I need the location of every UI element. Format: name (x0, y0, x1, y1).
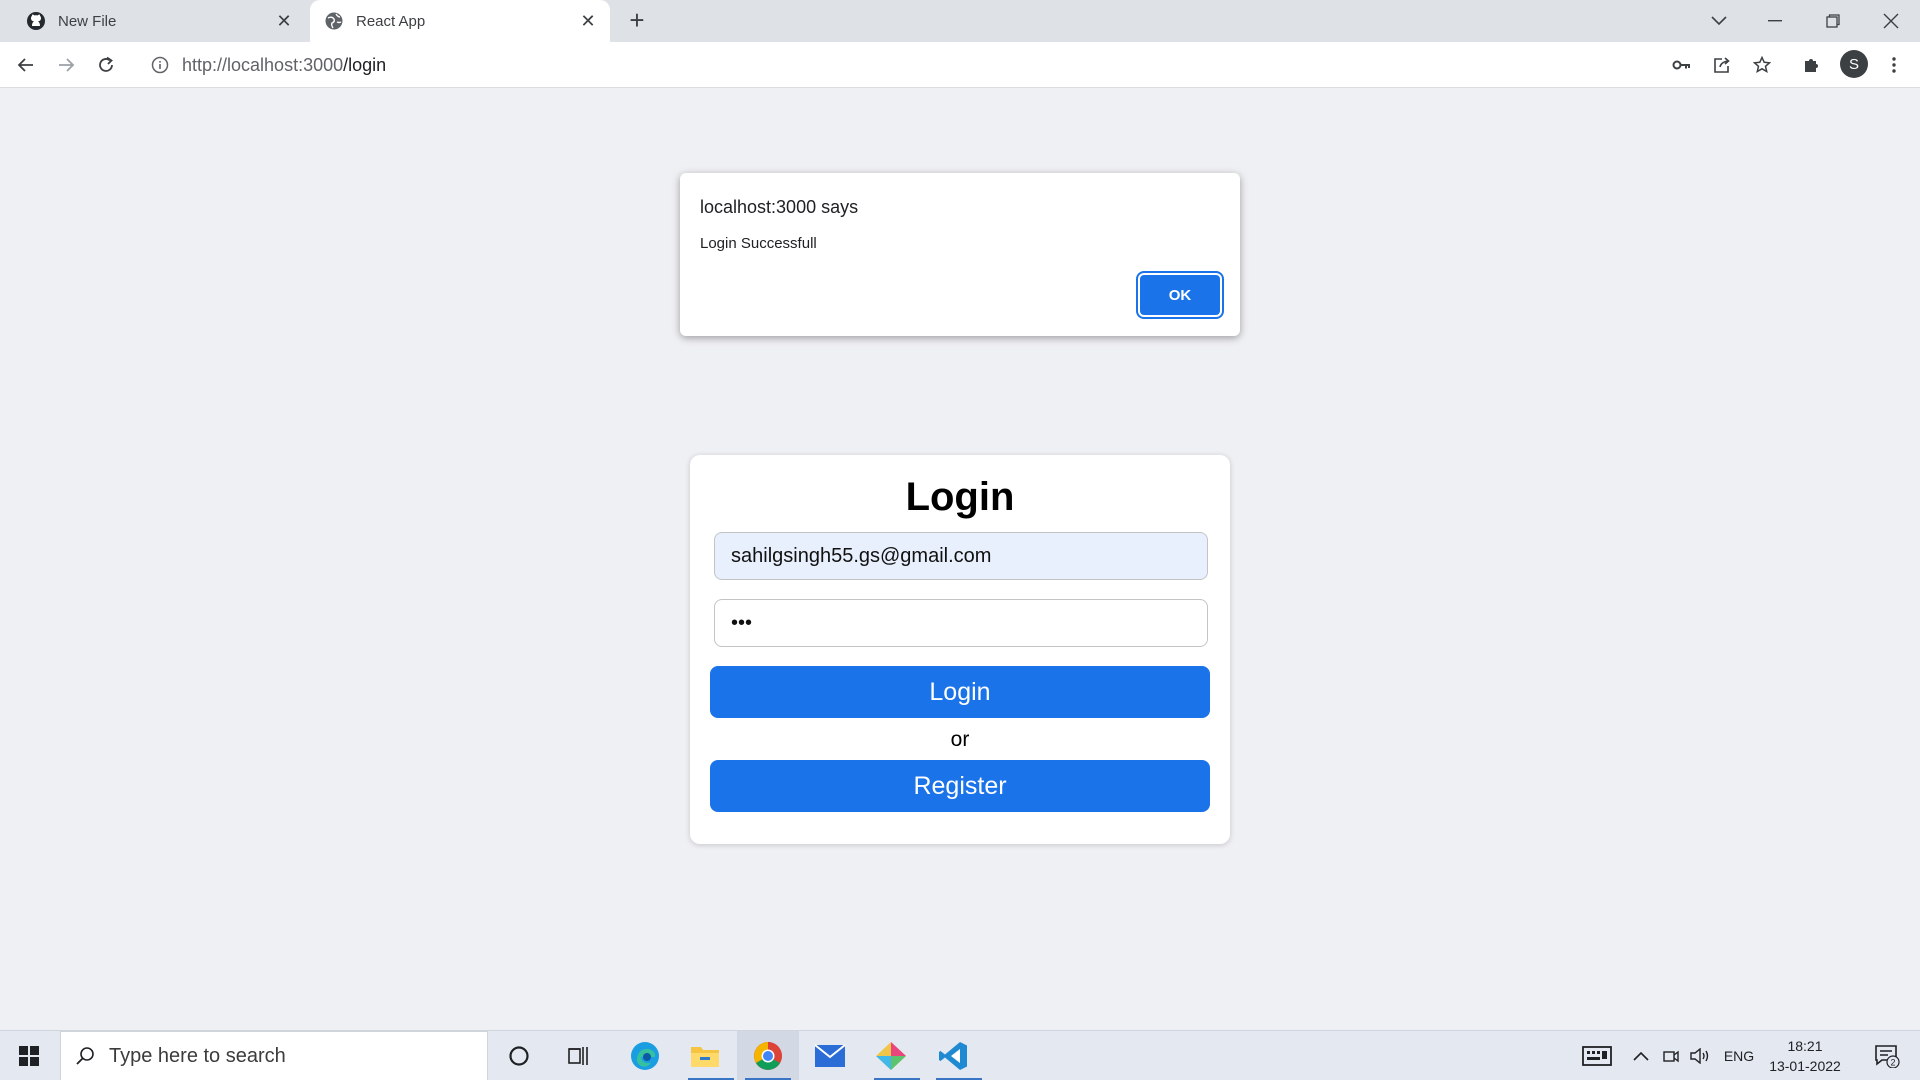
keyboard-icon (1582, 1046, 1612, 1066)
info-icon[interactable] (150, 55, 170, 75)
task-view-icon (568, 1047, 588, 1065)
alert-dialog: localhost:3000 says Login Successfull OK (680, 173, 1240, 336)
tab-title: New File (58, 12, 117, 30)
tab-strip: New File ✕ React App ✕ + (0, 0, 1920, 42)
share-button[interactable] (1708, 51, 1736, 79)
page-content: localhost:3000 says Login Successfull OK… (0, 89, 1920, 1030)
minimize-button[interactable] (1750, 0, 1800, 42)
search-placeholder: Type here to search (109, 1044, 286, 1067)
taskbar-gitkraken[interactable] (866, 1031, 920, 1080)
key-icon (1672, 60, 1690, 70)
diamond-app-icon (876, 1042, 906, 1070)
chevron-up-icon (1633, 1051, 1649, 1061)
mail-icon (814, 1044, 846, 1067)
meet-now-button[interactable] (1660, 1031, 1682, 1080)
alert-message: Login Successfull (700, 235, 817, 252)
reload-button[interactable] (92, 51, 120, 79)
language-indicator[interactable]: ENG (1718, 1031, 1760, 1080)
register-button[interactable]: Register (710, 760, 1210, 812)
search-icon (76, 1047, 94, 1065)
show-hidden-icons-button[interactable] (1628, 1031, 1654, 1080)
clock-time: 18:21 (1787, 1038, 1823, 1054)
start-button[interactable] (0, 1031, 58, 1080)
clock-date: 13-01-2022 (1769, 1058, 1841, 1074)
chrome-icon (754, 1042, 782, 1070)
page-title: Login (905, 475, 1015, 519)
arrow-right-icon (59, 58, 75, 72)
restore-button[interactable] (1808, 0, 1858, 42)
close-icon (1883, 13, 1899, 29)
edge-icon (631, 1042, 659, 1070)
share-icon (1714, 57, 1730, 73)
login-card: Login Login or Register (690, 455, 1230, 844)
extensions-button[interactable] (1798, 51, 1826, 79)
notifications-button[interactable]: 2 (1864, 1031, 1910, 1080)
forward-button[interactable] (52, 51, 80, 79)
folder-icon (691, 1047, 719, 1067)
new-tab-button[interactable]: + (624, 7, 650, 34)
browser-toolbar: http://localhost:3000/login S (0, 42, 1920, 88)
notification-icon: 2 (1875, 1045, 1900, 1068)
chevron-down-icon (1711, 16, 1727, 26)
or-separator: or (950, 728, 970, 751)
star-icon (1753, 56, 1771, 74)
volume-button[interactable] (1688, 1031, 1712, 1080)
taskbar: Type here to search ENG 18:21 13-01-2022… (0, 1030, 1920, 1080)
clock[interactable]: 18:21 13-01-2022 (1760, 1036, 1850, 1076)
password-field[interactable] (714, 599, 1208, 647)
taskbar-search-input[interactable]: Type here to search (60, 1031, 488, 1080)
tab-new-file[interactable]: New File ✕ (12, 0, 306, 42)
email-field[interactable] (714, 532, 1208, 580)
url-path: /login (343, 54, 387, 75)
close-icon[interactable]: ✕ (274, 11, 294, 31)
menu-button[interactable] (1880, 51, 1908, 79)
ok-button[interactable]: OK (1140, 275, 1220, 315)
speaker-icon (1690, 1048, 1709, 1064)
back-button[interactable] (12, 51, 40, 79)
profile-avatar[interactable]: S (1840, 50, 1868, 78)
close-icon[interactable]: ✕ (578, 11, 598, 31)
taskbar-mail[interactable] (805, 1031, 855, 1080)
close-window-button[interactable] (1866, 0, 1916, 42)
taskbar-vscode[interactable] (928, 1031, 982, 1080)
cortana-circle-icon (509, 1046, 529, 1066)
taskbar-edge[interactable] (620, 1031, 670, 1080)
reload-icon (99, 56, 113, 72)
taskbar-file-explorer[interactable] (680, 1031, 734, 1080)
minimize-icon (1768, 20, 1782, 22)
windows-icon (19, 1046, 39, 1066)
tab-title: React App (356, 12, 426, 30)
globe-icon (324, 11, 344, 31)
address-bar[interactable]: http://localhost:3000/login (138, 47, 1734, 83)
arrow-left-icon (17, 58, 33, 72)
vscode-icon (939, 1042, 967, 1070)
restore-icon (1826, 14, 1840, 28)
more-vertical-icon (1892, 57, 1896, 73)
cortana-button[interactable] (496, 1031, 542, 1080)
tab-search-button[interactable] (1694, 0, 1744, 42)
url-text: http://localhost:3000/login (182, 55, 386, 76)
keyboard-layout-button[interactable] (1576, 1031, 1618, 1080)
puzzle-icon (1805, 59, 1818, 72)
github-icon (26, 11, 46, 31)
bookmark-button[interactable] (1748, 51, 1776, 79)
taskbar-chrome[interactable] (737, 1031, 799, 1080)
camera-icon (1663, 1050, 1679, 1063)
task-view-button[interactable] (556, 1031, 602, 1080)
login-button[interactable]: Login (710, 666, 1210, 718)
tab-react-app[interactable]: React App ✕ (310, 0, 610, 42)
notification-count: 2 (1890, 1058, 1895, 1068)
url-origin: http://localhost:3000 (182, 54, 344, 75)
password-key-button[interactable] (1668, 51, 1696, 79)
alert-origin: localhost:3000 says (700, 197, 859, 217)
